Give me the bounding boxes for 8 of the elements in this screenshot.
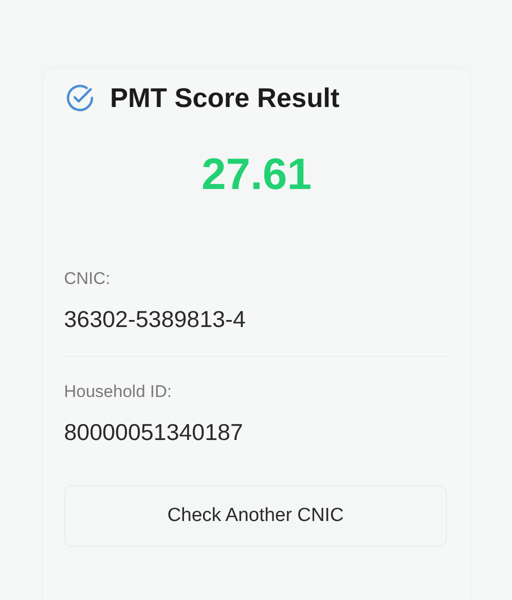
field-label: CNIC: — [64, 268, 112, 290]
check-another-button[interactable]: Check Another CNIC — [64, 485, 447, 547]
field-value: 80000051340187 — [64, 418, 244, 447]
check-circle-icon — [64, 82, 96, 114]
field-value: 36302-5389813-4 — [64, 305, 247, 334]
field-label: Household ID: — [64, 381, 173, 403]
card-title: PMT Score Result — [110, 82, 340, 115]
score-value: 27.61 — [201, 149, 312, 201]
